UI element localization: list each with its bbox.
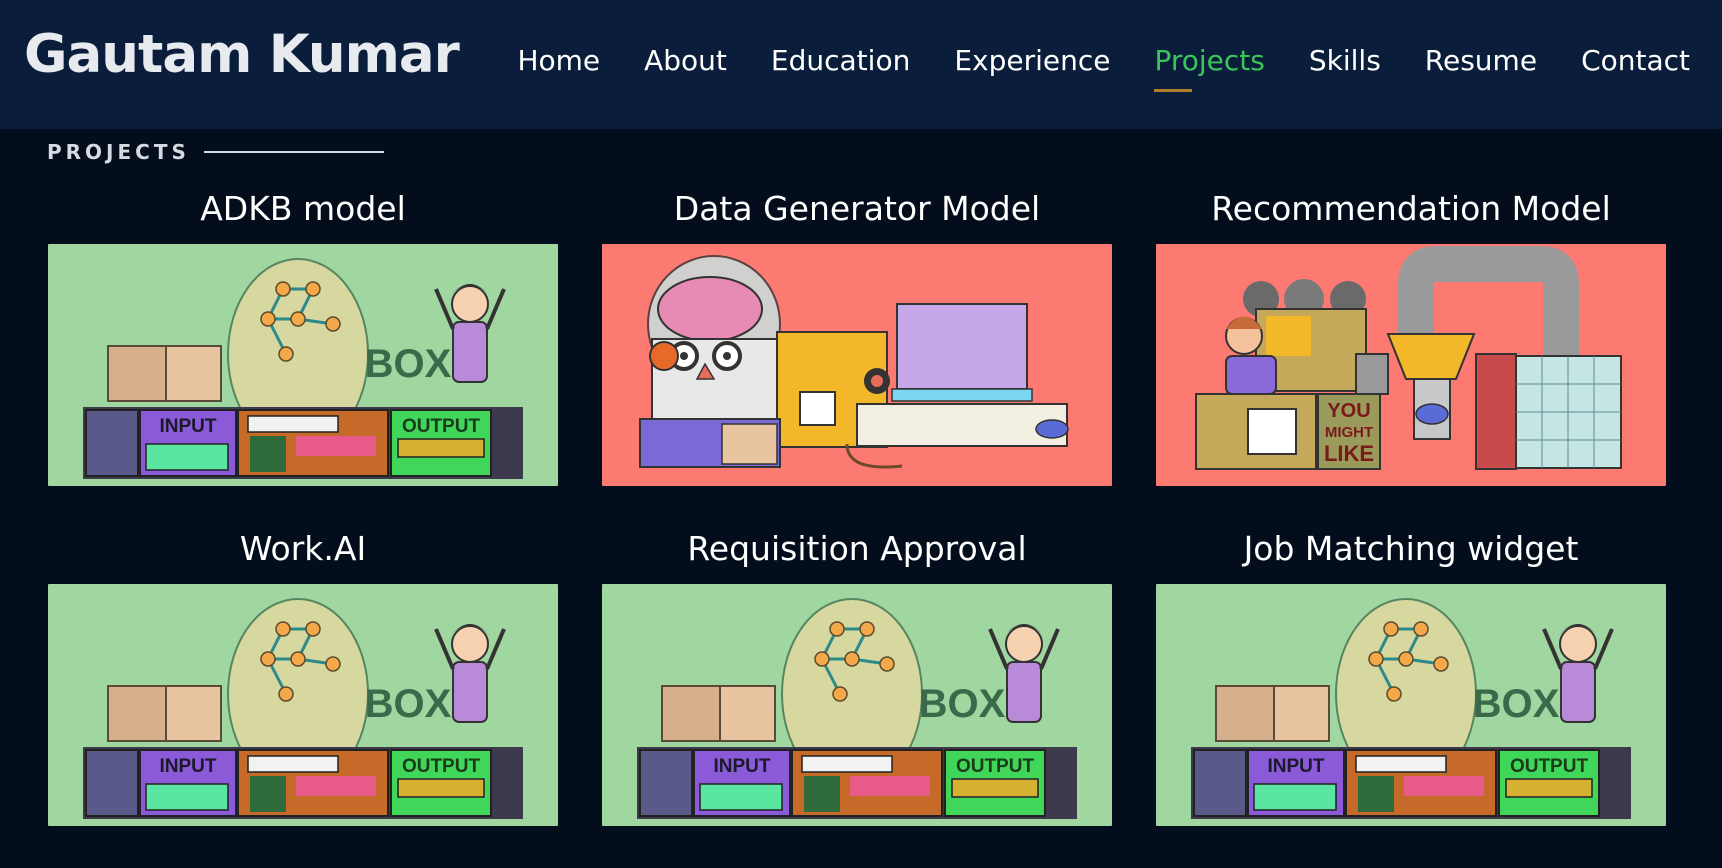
project-card-requisition[interactable]: Requisition Approval INPUT OUTPUT BOX xyxy=(602,526,1112,826)
project-title: Job Matching widget xyxy=(1243,529,1579,568)
nav-education[interactable]: Education xyxy=(771,44,910,77)
project-title: Work.AI xyxy=(239,529,367,568)
box-label: BOX xyxy=(365,342,452,386)
project-card-data-generator[interactable]: Data Generator Model xyxy=(602,186,1112,486)
you-label: YOU xyxy=(1327,400,1370,422)
project-card-recommendation[interactable]: Recommendation Model YOU MIGHT LIKE xyxy=(1156,186,1666,486)
project-title: ADKB model xyxy=(200,189,406,228)
projects-grid: ADKB model INPUT OUTPUT BOX Data Generat… xyxy=(48,186,1668,826)
recommendation-machine-illustration[interactable]: YOU MIGHT LIKE xyxy=(1156,244,1666,486)
site-brand[interactable]: Gautam Kumar xyxy=(24,24,460,85)
ai-box-illustration[interactable]: INPUT OUTPUT BOX xyxy=(602,584,1112,826)
input-label: INPUT xyxy=(160,416,217,437)
box-label: BOX xyxy=(1473,682,1560,726)
nav-skills[interactable]: Skills xyxy=(1309,44,1381,77)
might-label: MIGHT xyxy=(1325,424,1373,441)
output-label: OUTPUT xyxy=(402,416,481,437)
ai-box-illustration[interactable]: INPUT OUTPUT BOX xyxy=(48,584,558,826)
robot-brain-computer-illustration[interactable] xyxy=(602,244,1112,486)
project-card-job-matching[interactable]: Job Matching widget INPUT OUTPUT BOX xyxy=(1156,526,1666,826)
box-label: BOX xyxy=(919,682,1006,726)
project-title: Recommendation Model xyxy=(1211,189,1611,228)
nav-contact[interactable]: Contact xyxy=(1581,44,1690,77)
output-label: OUTPUT xyxy=(402,756,481,777)
project-card-adkb[interactable]: ADKB model INPUT OUTPUT BOX xyxy=(48,186,558,486)
box-label: BOX xyxy=(365,682,452,726)
section-heading-text: PROJECTS xyxy=(47,140,190,164)
project-title: Data Generator Model xyxy=(673,189,1041,228)
input-label: INPUT xyxy=(1268,756,1325,777)
output-label: OUTPUT xyxy=(956,756,1035,777)
like-label: LIKE xyxy=(1324,441,1374,466)
ai-box-illustration[interactable]: INPUT OUTPUT BOX xyxy=(1156,584,1666,826)
nav-home[interactable]: Home xyxy=(517,44,600,77)
ai-box-illustration[interactable]: INPUT OUTPUT BOX xyxy=(48,244,558,486)
input-label: INPUT xyxy=(714,756,771,777)
nav-resume[interactable]: Resume xyxy=(1425,44,1537,77)
section-heading-rule xyxy=(203,151,384,153)
section-heading: PROJECTS xyxy=(47,140,384,164)
nav-projects[interactable]: Projects xyxy=(1154,44,1265,92)
nav-experience[interactable]: Experience xyxy=(954,44,1110,77)
project-card-workai[interactable]: Work.AI INPUT OUTPUT BOX xyxy=(48,526,558,826)
nav-about[interactable]: About xyxy=(644,44,727,77)
project-title: Requisition Approval xyxy=(687,529,1027,568)
top-navbar: Gautam Kumar Home About Education Experi… xyxy=(0,0,1722,129)
main-nav: Home About Education Experience Projects… xyxy=(473,44,1690,92)
output-label: OUTPUT xyxy=(1510,756,1589,777)
input-label: INPUT xyxy=(160,756,217,777)
